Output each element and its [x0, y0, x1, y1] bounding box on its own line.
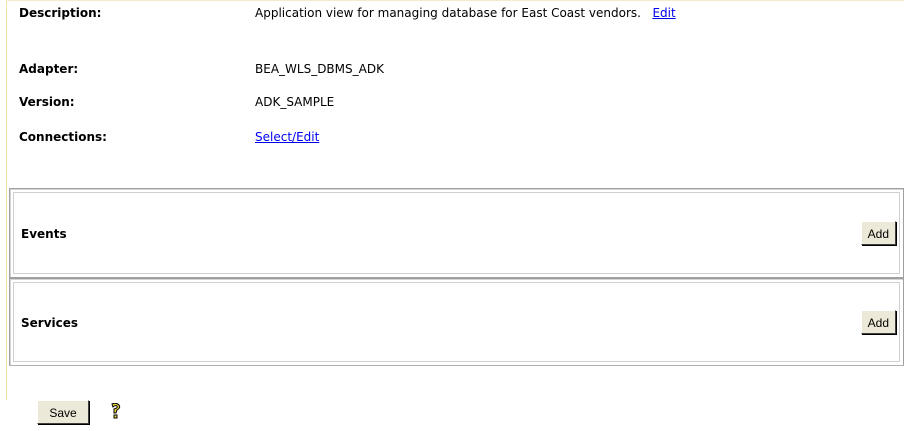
adapter-value: BEA_WLS_DBMS_ADK	[255, 62, 384, 76]
save-button[interactable]: Save	[37, 400, 89, 424]
version-value: ADK_SAMPLE	[255, 95, 335, 109]
frame-border-top	[6, 0, 904, 1]
application-view-page: Description: Application view for managi…	[0, 0, 904, 431]
services-section-inner	[13, 282, 900, 362]
frame-border-left	[6, 0, 7, 400]
connections-value: Select/Edit	[255, 130, 755, 145]
events-title: Events	[21, 227, 67, 241]
add-event-button[interactable]: Add	[860, 221, 896, 245]
add-service-button[interactable]: Add	[860, 310, 896, 334]
help-key-icon[interactable]	[109, 403, 123, 421]
select-edit-connections-link[interactable]: Select/Edit	[255, 130, 319, 144]
version-label: Version:	[19, 95, 75, 109]
description-label: Description:	[19, 6, 102, 20]
edit-description-link[interactable]: Edit	[652, 6, 675, 20]
connections-label: Connections:	[19, 130, 107, 144]
adapter-label: Adapter:	[19, 62, 79, 76]
description-value-container: Application view for managing database f…	[255, 6, 735, 21]
services-title: Services	[21, 316, 79, 330]
description-value: Application view for managing database f…	[255, 6, 641, 20]
services-section: Services Add	[9, 278, 904, 366]
section-bottom-divider	[9, 365, 904, 366]
events-section-inner	[13, 192, 900, 274]
events-section: Events Add	[9, 188, 904, 278]
